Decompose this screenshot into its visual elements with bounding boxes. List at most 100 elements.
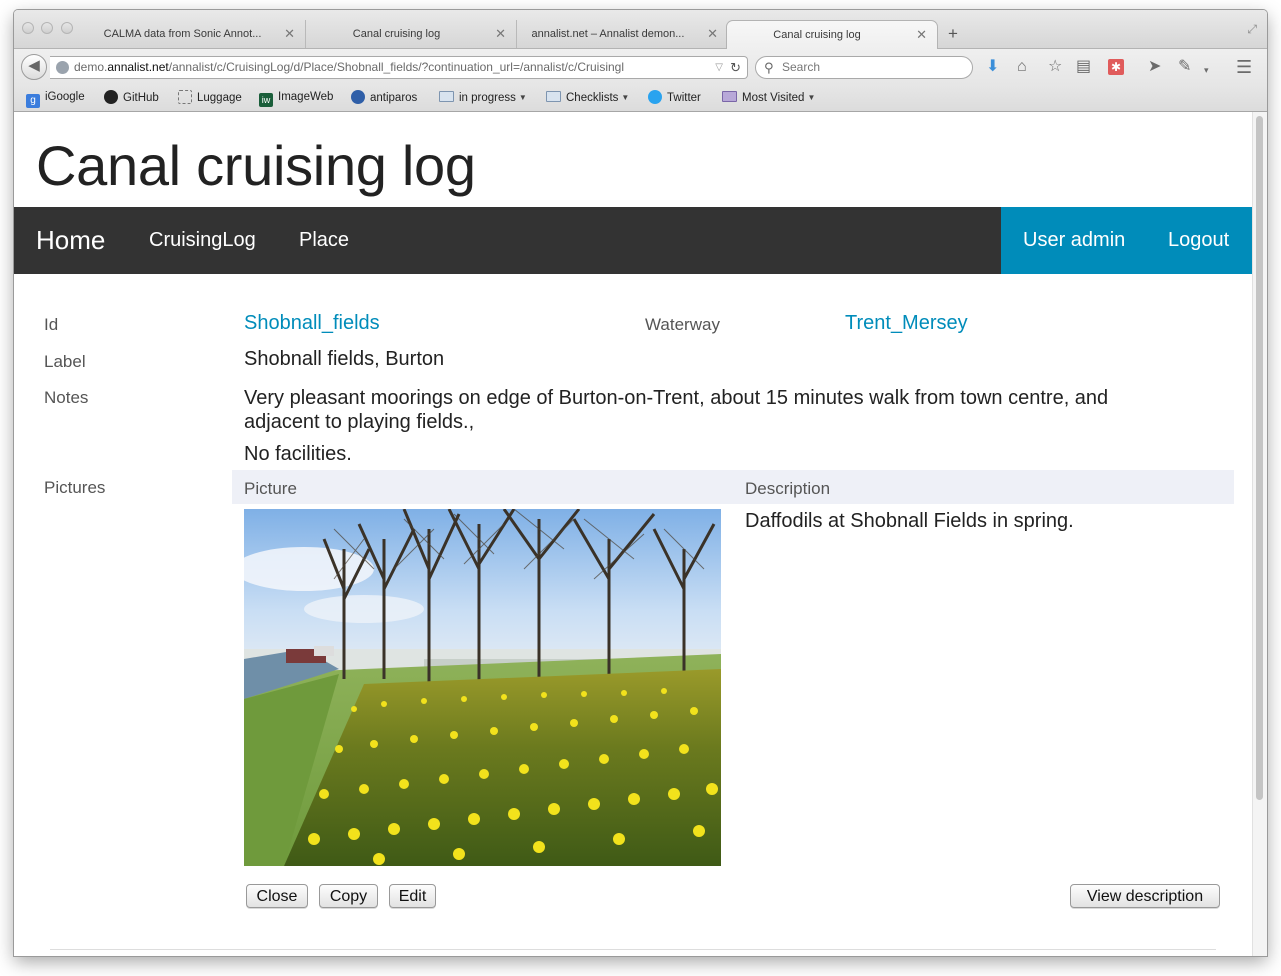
folder-icon [439,91,454,102]
nav-user-admin[interactable]: User admin [1023,207,1125,274]
tab-title: Canal cruising log [352,28,441,40]
nav-home[interactable]: Home [36,207,105,274]
url-path: /annalist/c/CruisingLog/d/Place/Shobnall… [168,60,625,74]
reload-icon[interactable]: ↻ [730,57,741,78]
reading-list-icon[interactable]: ▤ [1076,58,1091,76]
bookmark-label: GitHub [123,92,159,104]
bookmark-star-icon[interactable]: ☆ [1048,58,1062,76]
scrollbar-thumb[interactable] [1256,116,1263,800]
column-header-description: Description [745,479,831,498]
chevron-down-icon: ▼ [621,93,630,102]
page-title: Canal cruising log [36,134,476,197]
pictures-table-header: Picture Description [232,470,1234,504]
search-input[interactable]: ⚲ Search [755,56,973,79]
new-tab-icon[interactable]: + [948,25,958,43]
tab-strip: CALMA data from Sonic Annot... ✕ Canal c… [14,10,1267,49]
nav-cruisinglog[interactable]: CruisingLog [149,207,256,274]
folder-icon [546,91,561,102]
waterway-label: Waterway [645,315,720,334]
bookmark-label: Most Visited [742,92,805,104]
close-button[interactable]: Close [246,884,308,908]
back-button[interactable]: ◀ [21,54,47,80]
daffodils-photo-illustration [244,509,721,866]
browser-tab-2[interactable]: Canal cruising log ✕ [307,20,517,48]
url-dropdown-icon[interactable]: ▽ [715,57,723,78]
footer-divider [50,949,1216,950]
bookmark-label: iGoogle [45,91,85,103]
send-icon[interactable]: ➤ [1148,58,1161,76]
tab-title: CALMA data from Sonic Annot... [103,28,262,40]
bookmark-label: Checklists [566,92,619,104]
back-arrow-icon: ◀ [28,57,40,74]
search-icon: ⚲ [764,60,774,75]
bookmark-label: in progress [459,92,516,104]
copy-button[interactable]: Copy [319,884,378,908]
nav-place[interactable]: Place [299,207,349,274]
twitter-icon [648,90,662,104]
globe-icon [56,61,69,74]
imageweb-icon: iw [259,93,273,107]
close-tab-icon[interactable]: ✕ [284,20,295,48]
extension-icon[interactable]: ✎ [1178,58,1191,76]
browser-tab-active[interactable]: Canal cruising log ✕ [726,20,938,49]
chevron-down-icon: ▼ [807,93,816,102]
browser-tab-3[interactable]: annalist.net – Annalist demon... ✕ [518,20,728,48]
browser-tab-1[interactable]: CALMA data from Sonic Annot... ✕ [90,20,306,48]
close-tab-icon[interactable]: ✕ [707,20,718,48]
google-icon: g [26,94,40,108]
bookmark-antiparos[interactable]: antiparos [351,90,417,106]
label-value: Shobnall fields, Burton [244,348,445,370]
fullscreen-icon[interactable]: ⤢ [1247,22,1257,37]
bookmark-imageweb[interactable]: iw ImageWeb [259,90,333,107]
picture-description: Daffodils at Shobnall Fields in spring. [745,510,1074,532]
notes-line-3: No facilities. [244,443,352,465]
top-nav-bar: Home CruisingLog Place User admin Logout [14,207,1252,274]
bookmark-label: antiparos [370,92,418,104]
nav-toolbar: ◀ demo.annalist.net/annalist/c/CruisingL… [14,49,1267,85]
bookmark-checklists[interactable]: Checklists ▼ [546,90,629,106]
close-window-icon[interactable] [22,22,34,34]
bookmark-twitter[interactable]: Twitter [648,90,701,106]
tab-title: annalist.net – Annalist demon... [531,28,685,40]
view-description-button[interactable]: View description [1070,884,1220,908]
bookmark-label: ImageWeb [278,91,334,103]
picture-image[interactable] [244,509,721,866]
overflow-dropdown-icon[interactable]: ▾ [1204,61,1209,79]
download-icon[interactable]: ⬇ [986,58,999,76]
notes-label: Notes [44,388,89,407]
url-prefix: demo. [74,60,108,74]
menu-icon[interactable]: ☰ [1236,58,1252,76]
bookmark-label: Twitter [667,92,701,104]
close-tab-icon[interactable]: ✕ [916,21,927,49]
column-header-picture: Picture [244,479,297,498]
edit-button[interactable]: Edit [389,884,436,908]
bookmark-most-visited[interactable]: Most Visited ▼ [722,90,815,106]
url-domain: annalist.net [107,60,169,74]
nav-logout[interactable]: Logout [1168,207,1229,274]
tab-title: Canal cruising log [773,29,861,41]
label-label: Label [44,352,86,371]
id-label: Id [44,315,59,334]
lastpass-icon[interactable]: ✱ [1108,59,1124,75]
close-tab-icon[interactable]: ✕ [495,20,506,48]
zoom-window-icon[interactable] [61,22,73,34]
url-bar[interactable]: demo.annalist.net/annalist/c/CruisingLog… [50,56,748,79]
minimize-window-icon[interactable] [41,22,53,34]
waterway-value-link[interactable]: Trent_Mersey [845,312,968,335]
luggage-icon [178,90,192,104]
bookmark-in-progress[interactable]: in progress ▼ [439,90,527,106]
bookmark-luggage[interactable]: Luggage [178,90,242,106]
search-placeholder: Search [782,60,821,74]
vertical-scrollbar[interactable] [1252,112,1267,956]
bookmark-github[interactable]: GitHub [104,90,159,106]
bookmark-label: Luggage [197,92,242,104]
most-visited-icon [722,91,737,102]
bookmarks-bar: g iGoogle GitHub Luggage iw ImageWeb antip… [14,85,1267,112]
browser-window: CALMA data from Sonic Annot... ✕ Canal c… [14,10,1267,956]
antiparos-icon [351,90,365,104]
nav-right-section: User admin Logout [1001,207,1252,274]
home-icon[interactable]: ⌂ [1017,58,1027,76]
id-value-link[interactable]: Shobnall_fields [244,312,380,335]
bookmark-igoogle[interactable]: g iGoogle [26,90,85,108]
page-content: Canal cruising log Home CruisingLog Plac… [14,112,1252,956]
